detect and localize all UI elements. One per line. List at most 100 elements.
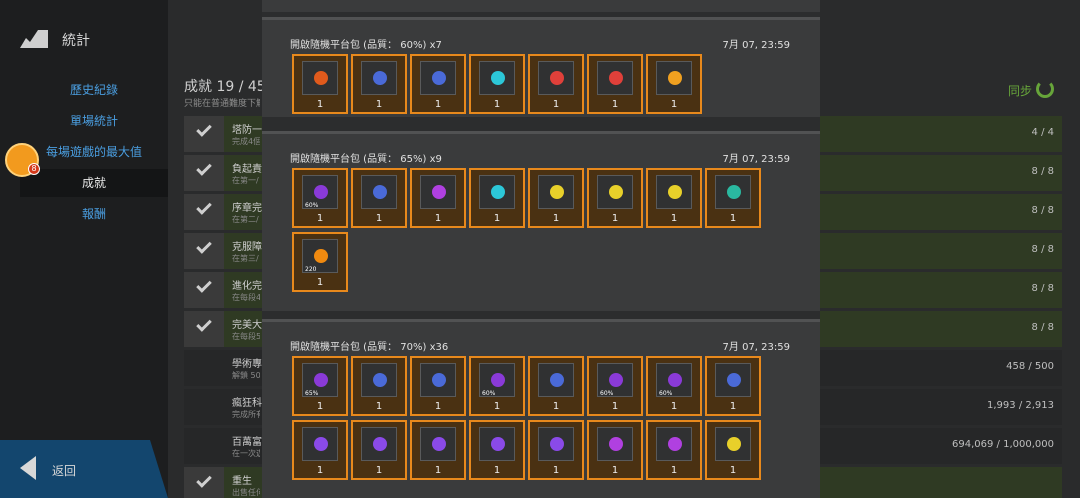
- achievement-title: 序章完成: [232, 203, 262, 214]
- reward-slot[interactable]: 1: [646, 168, 702, 228]
- reward-quantity: 1: [316, 213, 324, 224]
- reward-slot[interactable]: 1: [705, 356, 761, 416]
- reward-quantity: 1: [375, 213, 383, 224]
- cyan-xp-icon: [479, 61, 515, 95]
- reward-slot[interactable]: 1: [528, 420, 584, 480]
- achievement-title: 塔防一路: [232, 125, 262, 136]
- reward-slot[interactable]: 65% 1: [292, 356, 348, 416]
- achievement-progress: 8 / 8: [1031, 244, 1054, 255]
- reward-quantity: 1: [611, 401, 619, 412]
- icon-glyph: [432, 71, 446, 85]
- sidebar-item-rewards[interactable]: 報酬: [20, 200, 168, 228]
- icon-glyph: [373, 437, 387, 451]
- achievement-title: 學術專: [232, 359, 262, 370]
- reward-slot[interactable]: 1: [292, 420, 348, 480]
- icon-glyph: [314, 373, 328, 387]
- blue-chip-icon: [361, 61, 397, 95]
- reward-slot[interactable]: 60% 1: [587, 356, 643, 416]
- reward-slot[interactable]: 1: [410, 54, 466, 114]
- achievement-description: 完成4個: [232, 137, 260, 146]
- blue-chip-icon: [538, 363, 574, 397]
- blue-chip-icon: [715, 363, 751, 397]
- reward-quantity: 1: [729, 213, 737, 224]
- icon-glyph: [609, 373, 623, 387]
- back-button[interactable]: 返回: [0, 440, 168, 498]
- yellow-coins-icon: [715, 427, 751, 461]
- sidebar-item-max-values[interactable]: 每場遊戲的最大值: [20, 138, 168, 166]
- reward-slot[interactable]: 60% 1: [292, 168, 348, 228]
- back-label: 返回: [52, 464, 77, 478]
- reward-slot[interactable]: 1: [705, 420, 761, 480]
- reward-slot[interactable]: 1: [410, 420, 466, 480]
- achievement-progress: 8 / 8: [1031, 322, 1054, 333]
- reward-slot[interactable]: 1: [469, 54, 525, 114]
- reward-slot[interactable]: 220 1: [292, 232, 348, 292]
- reward-slot[interactable]: 1: [351, 356, 407, 416]
- icon-glyph: [668, 185, 682, 199]
- sidebar-item-match-stats[interactable]: 單場統計: [20, 107, 168, 135]
- reward-slot[interactable]: 1: [410, 356, 466, 416]
- achievement-title: 完美大: [232, 320, 262, 331]
- reward-slot[interactable]: 60% 1: [646, 356, 702, 416]
- reward-slot[interactable]: 1: [587, 54, 643, 114]
- achievement-progress: 8 / 8: [1031, 166, 1054, 177]
- purple-pack-icon: 65%: [302, 363, 338, 397]
- reward-slot[interactable]: 1: [705, 168, 761, 228]
- reward-quantity: 1: [316, 465, 324, 476]
- achievement-description: 解鎖 500: [232, 371, 260, 380]
- reward-quantity: 1: [729, 465, 737, 476]
- icon-glyph: [314, 71, 328, 85]
- reward-slot[interactable]: 1: [469, 168, 525, 228]
- reward-slot[interactable]: 1: [528, 168, 584, 228]
- notification-badge-icon[interactable]: 8: [5, 143, 40, 177]
- reward-quantity: 1: [493, 465, 501, 476]
- sync-icon[interactable]: [1036, 80, 1054, 98]
- reward-slot[interactable]: 60% 1: [469, 356, 525, 416]
- achievement-title: 克服障礙: [232, 242, 262, 253]
- reward-quantity: 1: [316, 277, 324, 288]
- icon-glyph: [373, 185, 387, 199]
- icon-glyph: [314, 185, 328, 199]
- reward-slot[interactable]: 1: [351, 54, 407, 114]
- reward-slot[interactable]: 1: [351, 420, 407, 480]
- reward-slot[interactable]: 1: [587, 168, 643, 228]
- reward-slot[interactable]: 1: [292, 54, 348, 114]
- history-card-time: 7月 07, 23:59: [722, 342, 790, 353]
- reward-quantity: 1: [375, 99, 383, 110]
- reward-slot[interactable]: 1: [528, 54, 584, 114]
- icon-glyph: [727, 185, 741, 199]
- achievement-progress: 694,069 / 1,000,000: [952, 439, 1054, 450]
- icon-glyph: [373, 373, 387, 387]
- reward-slot[interactable]: 1: [528, 356, 584, 416]
- purple-pack-icon: 60%: [656, 363, 692, 397]
- pack-quality-label: 60%: [482, 390, 496, 397]
- reward-slot[interactable]: 1: [646, 420, 702, 480]
- reward-quantity: 1: [552, 99, 560, 110]
- reward-quantity: 1: [611, 465, 619, 476]
- reward-slot[interactable]: 1: [469, 420, 525, 480]
- reward-quantity: 1: [670, 213, 678, 224]
- history-card: 開啟隨機平台包 (品質： 65%) x9 7月 07, 23:59 60% 1 1 1 1 1…: [262, 131, 820, 311]
- reward-slot[interactable]: 1: [351, 168, 407, 228]
- pack-quality-label: 65%: [305, 390, 319, 397]
- sidebar-item-achievements[interactable]: 成就: [20, 169, 168, 197]
- yellow-coins-icon: [538, 175, 574, 209]
- achievement-description: 在第三/: [232, 254, 259, 263]
- sync-button[interactable]: 同步: [1008, 82, 1032, 99]
- achievement-description: 在一次遊: [232, 449, 260, 458]
- achievement-progress: 4 / 4: [1031, 127, 1054, 138]
- reward-slot[interactable]: 1: [587, 420, 643, 480]
- reward-quantity: 1: [316, 401, 324, 412]
- checkmark-icon: [184, 311, 224, 347]
- purple-pack-icon: 60%: [597, 363, 633, 397]
- reward-quantity: 1: [611, 213, 619, 224]
- back-arrow-icon: [20, 456, 36, 480]
- reward-quantity: 1: [375, 465, 383, 476]
- reward-quantity: 1: [434, 213, 442, 224]
- icon-glyph: [668, 437, 682, 451]
- reward-slot[interactable]: 1: [410, 168, 466, 228]
- sidebar-item-history[interactable]: 歷史紀錄: [20, 76, 168, 104]
- red-fist-icon: [597, 61, 633, 95]
- reward-slot[interactable]: 1: [646, 54, 702, 114]
- achievement-title: 進化完成: [232, 281, 262, 292]
